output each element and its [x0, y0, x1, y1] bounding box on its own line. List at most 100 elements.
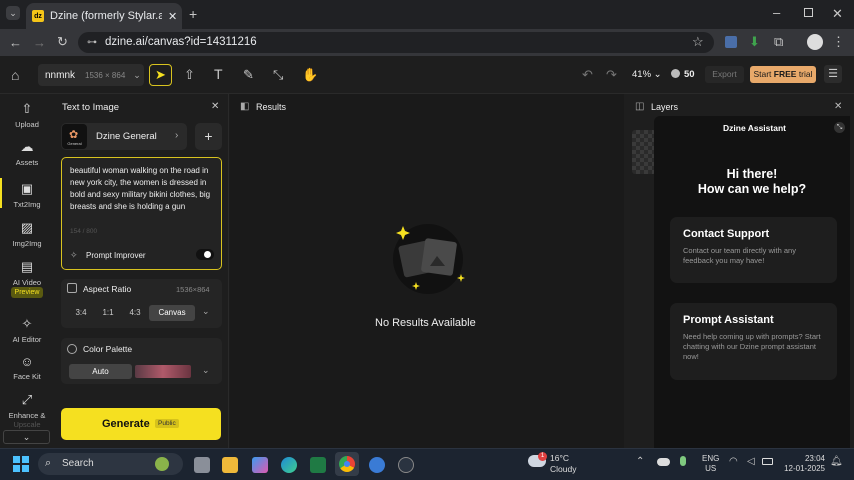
layers-icon: ◫ — [635, 101, 645, 112]
nav-ai-editor-label: AI Editor — [12, 335, 42, 344]
ratio-3-4[interactable]: 3:4 — [69, 305, 93, 321]
copilot-icon[interactable] — [252, 457, 268, 473]
prompt-box[interactable]: beautiful woman walking on the road in n… — [61, 157, 222, 270]
file-explorer-icon[interactable] — [222, 457, 238, 473]
prompt-text[interactable]: beautiful woman walking on the road in n… — [70, 165, 217, 213]
nav-upload[interactable]: ⇧ Upload — [0, 101, 54, 129]
select-tool-icon[interactable]: ➤ — [149, 64, 172, 86]
battery-icon[interactable] — [762, 458, 773, 465]
task-view-icon[interactable] — [194, 457, 210, 473]
project-selector[interactable]: nnmnk 1536 × 864 ⌄ — [38, 64, 144, 86]
excel-icon[interactable] — [310, 457, 326, 473]
empty-images-icon — [393, 224, 465, 294]
home-icon[interactable]: ⌂ — [11, 68, 19, 82]
close-window-icon[interactable]: ✕ — [832, 7, 843, 20]
contact-support-card[interactable]: Contact Support Contact our team directl… — [670, 217, 837, 283]
nav-face-kit[interactable]: ☺ Face Kit — [0, 354, 54, 381]
clock-time: 23:04 — [804, 454, 825, 463]
project-name: nnmnk — [45, 69, 76, 81]
weather-widget[interactable]: 16°C Cloudy — [550, 453, 576, 475]
close-panel-icon[interactable]: ✕ — [211, 102, 219, 112]
hand-tool-icon[interactable]: ✋ — [302, 68, 318, 81]
model-thumbnail: ✿ General — [62, 124, 87, 149]
edge-icon[interactable] — [281, 457, 297, 473]
start-trial-button[interactable]: Start FREE trial — [750, 66, 816, 83]
results-toggle-icon[interactable]: ◧ — [240, 101, 249, 112]
nav-ai-video[interactable]: ▤ AI Video — [0, 259, 54, 287]
app-blue-icon[interactable] — [369, 457, 385, 473]
close-layers-icon[interactable]: ✕ — [834, 101, 842, 112]
results-title: Results — [256, 102, 287, 112]
nav-img2img[interactable]: ▨ Img2Img — [0, 220, 54, 248]
language-indicator[interactable]: ENG US — [702, 454, 719, 474]
minimize-icon[interactable]: – — [773, 6, 780, 19]
taskbar-search[interactable]: ⌕ Search — [38, 453, 183, 475]
onedrive-cloud-icon[interactable] — [657, 458, 670, 466]
char-count: 154 / 800 — [70, 228, 98, 235]
extension-blue-icon[interactable] — [725, 36, 737, 48]
nav-ai-video-label: AI Video — [12, 278, 42, 287]
zoom-level[interactable]: 41% ⌄ — [632, 69, 662, 80]
face-icon: ☺ — [20, 354, 34, 369]
url-text: dzine.ai/canvas?id=14311216 — [105, 36, 257, 48]
pen-tool-icon[interactable]: ✎ — [243, 68, 254, 81]
nav-collapse-button[interactable]: ⌄ — [3, 430, 50, 444]
nav-txt2img[interactable]: ▣ Txt2Img — [0, 181, 54, 209]
url-field[interactable]: ⊶ dzine.ai/canvas?id=14311216 — [78, 32, 714, 53]
browser-tab-bar: ⌄ dz Dzine (formerly Stylar.ai) - The F … — [0, 0, 854, 29]
assistant-minimize-icon[interactable]: ⤡ — [834, 122, 845, 133]
menu-icon[interactable]: ☰ — [824, 65, 842, 83]
volume-icon[interactable]: ◁ — [747, 457, 755, 467]
generate-button[interactable]: Generate Public — [61, 408, 221, 440]
generate-label: Generate — [102, 418, 150, 430]
palette-auto-button[interactable]: Auto — [69, 364, 132, 379]
notifications-bell-icon[interactable]: 🔔︎ — [830, 457, 843, 467]
nav-ai-editor[interactable]: ✧ AI Editor — [0, 316, 54, 344]
extensions-puzzle-icon[interactable]: ⧉ — [774, 35, 783, 48]
prompt-assistant-desc: Need help coming up with prompts? Start … — [683, 332, 821, 362]
microphone-icon[interactable] — [680, 456, 686, 466]
text-tool-icon[interactable]: T — [214, 67, 223, 81]
restore-icon[interactable] — [804, 8, 813, 17]
forward-icon[interactable]: → — [33, 36, 46, 49]
browser-menu-icon[interactable]: ⋮ — [832, 35, 845, 48]
undo-icon[interactable]: ↶ — [582, 68, 593, 81]
ratio-4-3[interactable]: 4:3 — [123, 305, 147, 321]
palette-swatch[interactable] — [135, 365, 191, 378]
new-tab-icon[interactable]: + — [189, 7, 197, 21]
back-icon[interactable]: ← — [9, 36, 22, 49]
wifi-icon[interactable]: ◠ — [729, 457, 738, 467]
ratio-canvas[interactable]: Canvas — [149, 305, 195, 321]
prompt-assistant-card[interactable]: Prompt Assistant Need help coming up wit… — [670, 303, 837, 380]
upload-icon: ⇧ — [21, 101, 33, 116]
aspect-ratio-value: 1536×864 — [176, 285, 210, 294]
reload-icon[interactable]: ↻ — [57, 35, 68, 48]
ratio-dropdown-icon[interactable]: ⌄ — [202, 306, 210, 317]
add-model-button[interactable]: + — [195, 123, 222, 150]
redo-icon[interactable]: ↷ — [606, 68, 617, 81]
nav-assets-label: Assets — [15, 158, 39, 167]
palette-dropdown-icon[interactable]: ⌄ — [202, 365, 210, 376]
close-tab-icon[interactable]: ✕ — [168, 10, 177, 23]
ratio-1-1[interactable]: 1:1 — [96, 305, 120, 321]
nav-assets[interactable]: ☁ Assets — [0, 139, 54, 167]
profile-avatar[interactable] — [807, 34, 823, 50]
nav-enhance[interactable]: ⤢ Enhance & Upscale — [0, 392, 54, 429]
model-selector[interactable]: ✿ General Dzine General › — [61, 123, 187, 150]
windows-start-icon[interactable] — [13, 456, 29, 472]
tab-list-icon[interactable]: ⌄ — [6, 6, 20, 20]
prompt-improver-toggle[interactable] — [196, 249, 214, 260]
browser-tab[interactable]: dz Dzine (formerly Stylar.ai) - The F ✕ — [26, 3, 182, 29]
export-button[interactable]: Export — [705, 66, 744, 83]
clock[interactable]: 23:04 12-01-2025 — [783, 454, 825, 474]
app-red-dot-icon[interactable] — [398, 457, 414, 473]
site-info-icon[interactable]: ⊶ — [87, 32, 97, 53]
extension-green-icon[interactable]: ⬇ — [749, 35, 760, 48]
upload-tool-icon[interactable]: ⇧ — [184, 68, 195, 81]
bookmark-star-icon[interactable]: ☆ — [692, 35, 704, 48]
layer-thumbnail[interactable] — [632, 130, 656, 174]
resize-tool-icon[interactable]: ⤡ — [273, 68, 283, 81]
tray-chevron-icon[interactable]: ⌃ — [636, 457, 644, 467]
chrome-icon[interactable] — [335, 452, 359, 476]
sparkle-icon: ✧ — [21, 316, 33, 331]
